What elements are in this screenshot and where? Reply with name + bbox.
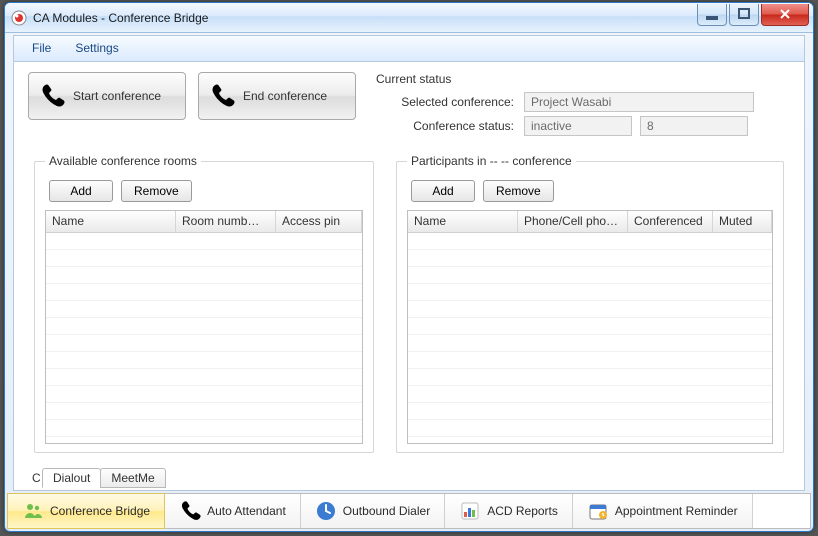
window-title: CA Modules - Conference Bridge	[33, 11, 697, 25]
module-tab-label: Auto Attendant	[207, 504, 286, 518]
app-window: CA Modules - Conference Bridge File Sett…	[4, 2, 814, 532]
maximize-button[interactable]	[729, 4, 759, 26]
participants-grid[interactable]: Name Phone/Cell pho… Conferenced Muted	[407, 210, 773, 444]
current-status-box: Current status Selected conference: Conf…	[374, 72, 790, 140]
table-row[interactable]	[46, 403, 362, 420]
rooms-group: Available conference rooms Add Remove Na…	[34, 154, 374, 453]
rooms-grid[interactable]: Name Room numb… Access pin	[45, 210, 363, 444]
table-row[interactable]	[46, 369, 362, 386]
end-conference-button[interactable]: End conference	[198, 72, 356, 120]
selected-conference-field	[524, 92, 754, 112]
table-row[interactable]	[46, 420, 362, 437]
participants-grid-header: Name Phone/Cell pho… Conferenced Muted	[408, 211, 772, 233]
inner-tabs-prefix: C	[32, 471, 42, 485]
phone-start-icon	[39, 83, 65, 109]
table-row[interactable]	[46, 352, 362, 369]
group-row: Available conference rooms Add Remove Na…	[14, 140, 804, 453]
menubar: File Settings	[14, 36, 804, 62]
table-row[interactable]	[46, 284, 362, 301]
menu-settings[interactable]: Settings	[63, 36, 130, 61]
participants-add-button[interactable]: Add	[411, 180, 475, 202]
participants-col-name[interactable]: Name	[408, 211, 518, 232]
minimize-button[interactable]	[697, 4, 727, 26]
module-tab-appointment-reminder[interactable]: Appointment Reminder	[573, 494, 753, 528]
rooms-grid-header: Name Room numb… Access pin	[46, 211, 362, 233]
table-row[interactable]	[408, 369, 772, 386]
tab-dialout[interactable]: Dialout	[42, 468, 101, 488]
participants-col-phone[interactable]: Phone/Cell pho…	[518, 211, 628, 232]
table-row[interactable]	[46, 301, 362, 318]
module-tab-acd-reports[interactable]: ACD Reports	[445, 494, 573, 528]
client-area: File Settings Start conference End confe…	[13, 35, 805, 491]
start-conference-button[interactable]: Start conference	[28, 72, 186, 120]
table-row[interactable]	[46, 318, 362, 335]
rooms-col-pin[interactable]: Access pin	[276, 211, 362, 232]
module-tab-conference-bridge[interactable]: Conference Bridge	[7, 493, 165, 529]
table-row[interactable]	[46, 267, 362, 284]
inner-tabs: C Dialout MeetMe	[32, 468, 165, 488]
rooms-legend: Available conference rooms	[45, 154, 201, 168]
calendar-icon	[587, 500, 609, 522]
module-tabstrip: Conference Bridge Auto Attendant Outboun…	[7, 493, 811, 529]
start-conference-label: Start conference	[73, 89, 161, 103]
titlebar: CA Modules - Conference Bridge	[5, 3, 813, 33]
table-row[interactable]	[46, 233, 362, 250]
table-row[interactable]	[408, 437, 772, 443]
rooms-col-name[interactable]: Name	[46, 211, 176, 232]
current-status-title: Current status	[376, 72, 790, 86]
table-row[interactable]	[408, 233, 772, 250]
table-row[interactable]	[408, 318, 772, 335]
module-tab-auto-attendant[interactable]: Auto Attendant	[165, 494, 301, 528]
participants-legend: Participants in -- -- conference	[407, 154, 576, 168]
rooms-add-button[interactable]: Add	[49, 180, 113, 202]
selected-conference-label: Selected conference:	[374, 95, 514, 109]
rooms-grid-body	[46, 233, 362, 443]
table-row[interactable]	[408, 352, 772, 369]
module-tab-label: ACD Reports	[487, 504, 558, 518]
module-tab-outbound-dialer[interactable]: Outbound Dialer	[301, 494, 445, 528]
app-icon	[11, 10, 27, 26]
table-row[interactable]	[408, 386, 772, 403]
rooms-remove-button[interactable]: Remove	[121, 180, 192, 202]
table-row[interactable]	[408, 335, 772, 352]
participants-remove-button[interactable]: Remove	[483, 180, 554, 202]
table-row[interactable]	[408, 403, 772, 420]
table-row[interactable]	[46, 386, 362, 403]
module-tab-label: Outbound Dialer	[343, 504, 430, 518]
table-row[interactable]	[408, 301, 772, 318]
chart-icon	[459, 500, 481, 522]
table-row[interactable]	[46, 335, 362, 352]
module-tab-label: Appointment Reminder	[615, 504, 738, 518]
people-icon	[22, 500, 44, 522]
dialer-icon	[315, 500, 337, 522]
participants-grid-body	[408, 233, 772, 443]
window-buttons	[697, 4, 809, 26]
tab-meetme[interactable]: MeetMe	[100, 468, 165, 488]
table-row[interactable]	[408, 250, 772, 267]
phone-icon	[179, 500, 201, 522]
participants-col-muted[interactable]: Muted	[713, 211, 772, 232]
table-row[interactable]	[46, 437, 362, 443]
phone-end-icon	[209, 83, 235, 109]
module-tab-label: Conference Bridge	[50, 504, 150, 518]
rooms-col-room[interactable]: Room numb…	[176, 211, 276, 232]
close-button[interactable]	[761, 4, 809, 26]
menu-file[interactable]: File	[20, 36, 63, 61]
conference-capacity-field	[640, 116, 748, 136]
table-row[interactable]	[408, 420, 772, 437]
conference-status-label: Conference status:	[374, 119, 514, 133]
participants-group: Participants in -- -- conference Add Rem…	[396, 154, 784, 453]
table-row[interactable]	[408, 284, 772, 301]
participants-col-conf[interactable]: Conferenced	[628, 211, 713, 232]
conference-status-field	[524, 116, 632, 136]
toolbar-row: Start conference End conference Current …	[14, 62, 804, 140]
table-row[interactable]	[408, 267, 772, 284]
end-conference-label: End conference	[243, 89, 327, 103]
table-row[interactable]	[46, 250, 362, 267]
